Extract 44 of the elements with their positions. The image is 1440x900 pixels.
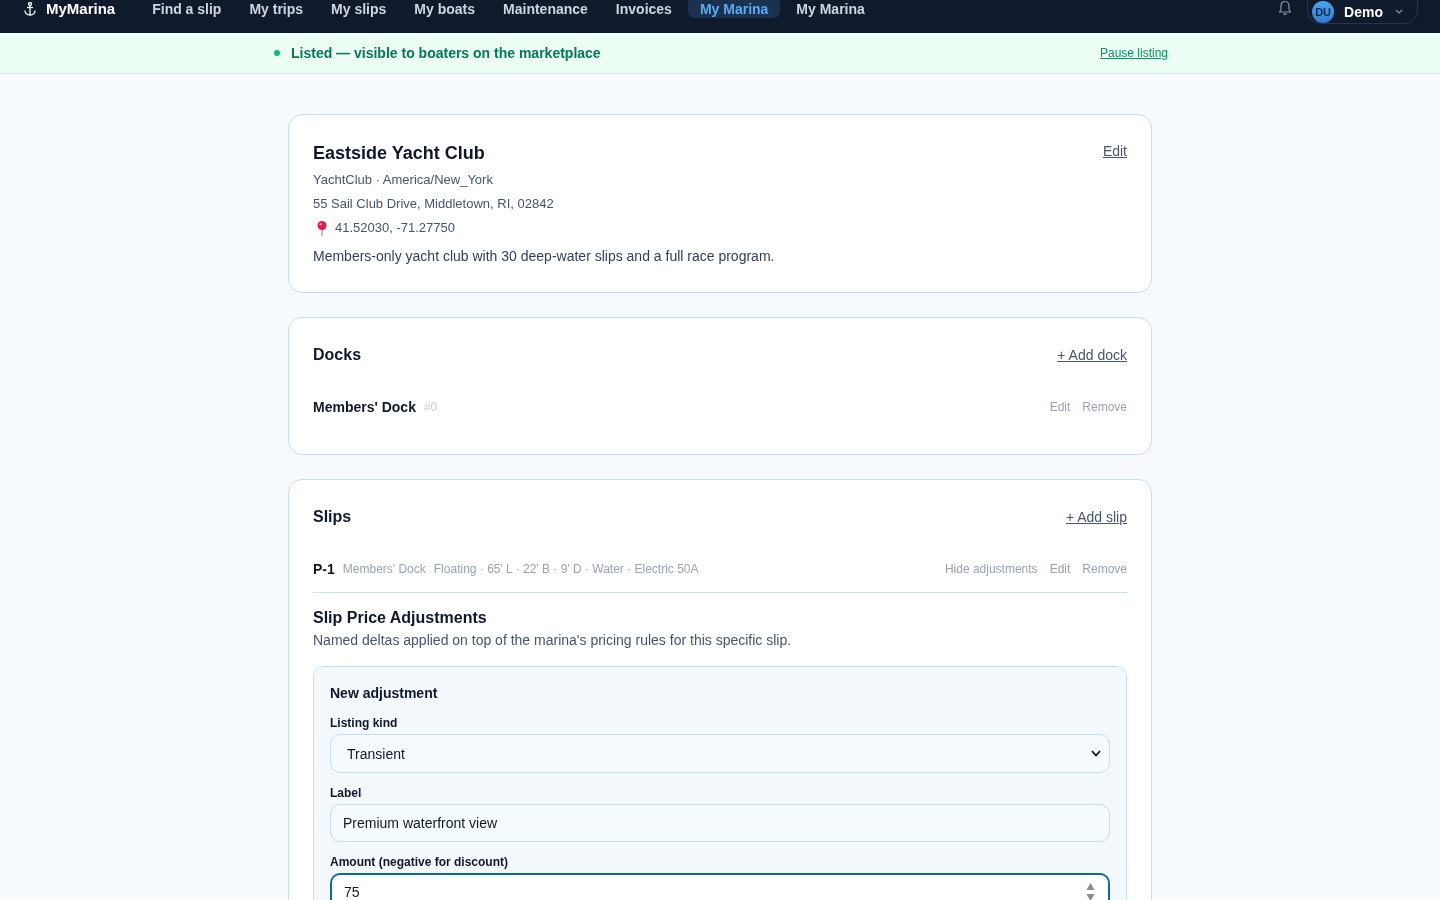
listing-status-text: Listed — visible to boaters on the marketplace [291, 45, 601, 61]
nav-tab[interactable]: Find a slip [140, 0, 234, 18]
marina-name: Eastside Yacht Club [313, 142, 485, 165]
text-field[interactable]: Premium waterfront view [330, 804, 1110, 842]
adjustments-description: Named deltas applied on top of the marina's pricing rules for this specific slip. [313, 631, 793, 650]
chevron-down-icon [1395, 9, 1403, 14]
slip-dock-name: Members' Dock [342, 561, 426, 578]
slip-details: Floating · 65' L · 22' B · 9' D · Water · Electric 50A [433, 561, 699, 578]
slips-heading: Slips [313, 507, 352, 527]
nav-tab[interactable]: Maintenance [491, 0, 600, 18]
brand-name[interactable]: MyMarina [46, 0, 116, 18]
notifications-bell-icon[interactable] [1277, 0, 1294, 16]
marina-address: 55 Sail Club Drive, Middletown, RI, 02842 [313, 195, 555, 213]
field-label: Label [330, 785, 363, 801]
dock-number: #0 [423, 399, 438, 416]
nav-tab[interactable]: My boats [402, 0, 488, 18]
dock-name: Members' Dock [313, 398, 416, 417]
user-menu-button[interactable]: DU Demo [1307, 0, 1418, 24]
docks-heading: Docks [313, 345, 362, 365]
field-label: Amount (negative for discount) [330, 854, 509, 870]
pause-listing-link[interactable]: Pause listing [1099, 46, 1168, 60]
spinner-arrows-icon[interactable] [1086, 882, 1095, 900]
select-field[interactable]: Transient [330, 734, 1110, 773]
add-slip-link[interactable]: + Add slip [1065, 507, 1127, 527]
pin-icon [317, 220, 327, 236]
field-label: Listing kind [330, 715, 399, 731]
nav-tab[interactable]: My trips [237, 0, 316, 18]
nav-tab[interactable]: Invoices [603, 0, 684, 18]
slip-name: P-1 [313, 560, 335, 579]
marina-description: Members-only yacht club with 30 deep-water slips and a full race program. [313, 247, 776, 266]
nav-tab[interactable]: My Marina [784, 0, 877, 18]
user-avatar: DU [1312, 0, 1335, 23]
status-dot-icon [274, 50, 280, 56]
form-title: New adjustment [330, 684, 439, 703]
chevron-down-icon [1091, 750, 1101, 757]
anchor-icon [24, 2, 36, 16]
adjustments-heading: Slip Price Adjustments [313, 608, 488, 628]
nav-tab[interactable]: My Marina [687, 0, 781, 18]
nav-tab[interactable]: My slips [319, 0, 399, 18]
edit-link[interactable]: Edit [1102, 141, 1127, 161]
number-field[interactable]: 75 [330, 873, 1110, 900]
add-dock-link[interactable]: + Add dock [1057, 345, 1127, 365]
marina-coordinates: 41.52030, -71.27750 [335, 219, 455, 237]
marina-type-timezone: YachtClub · America/New_York [313, 171, 494, 189]
